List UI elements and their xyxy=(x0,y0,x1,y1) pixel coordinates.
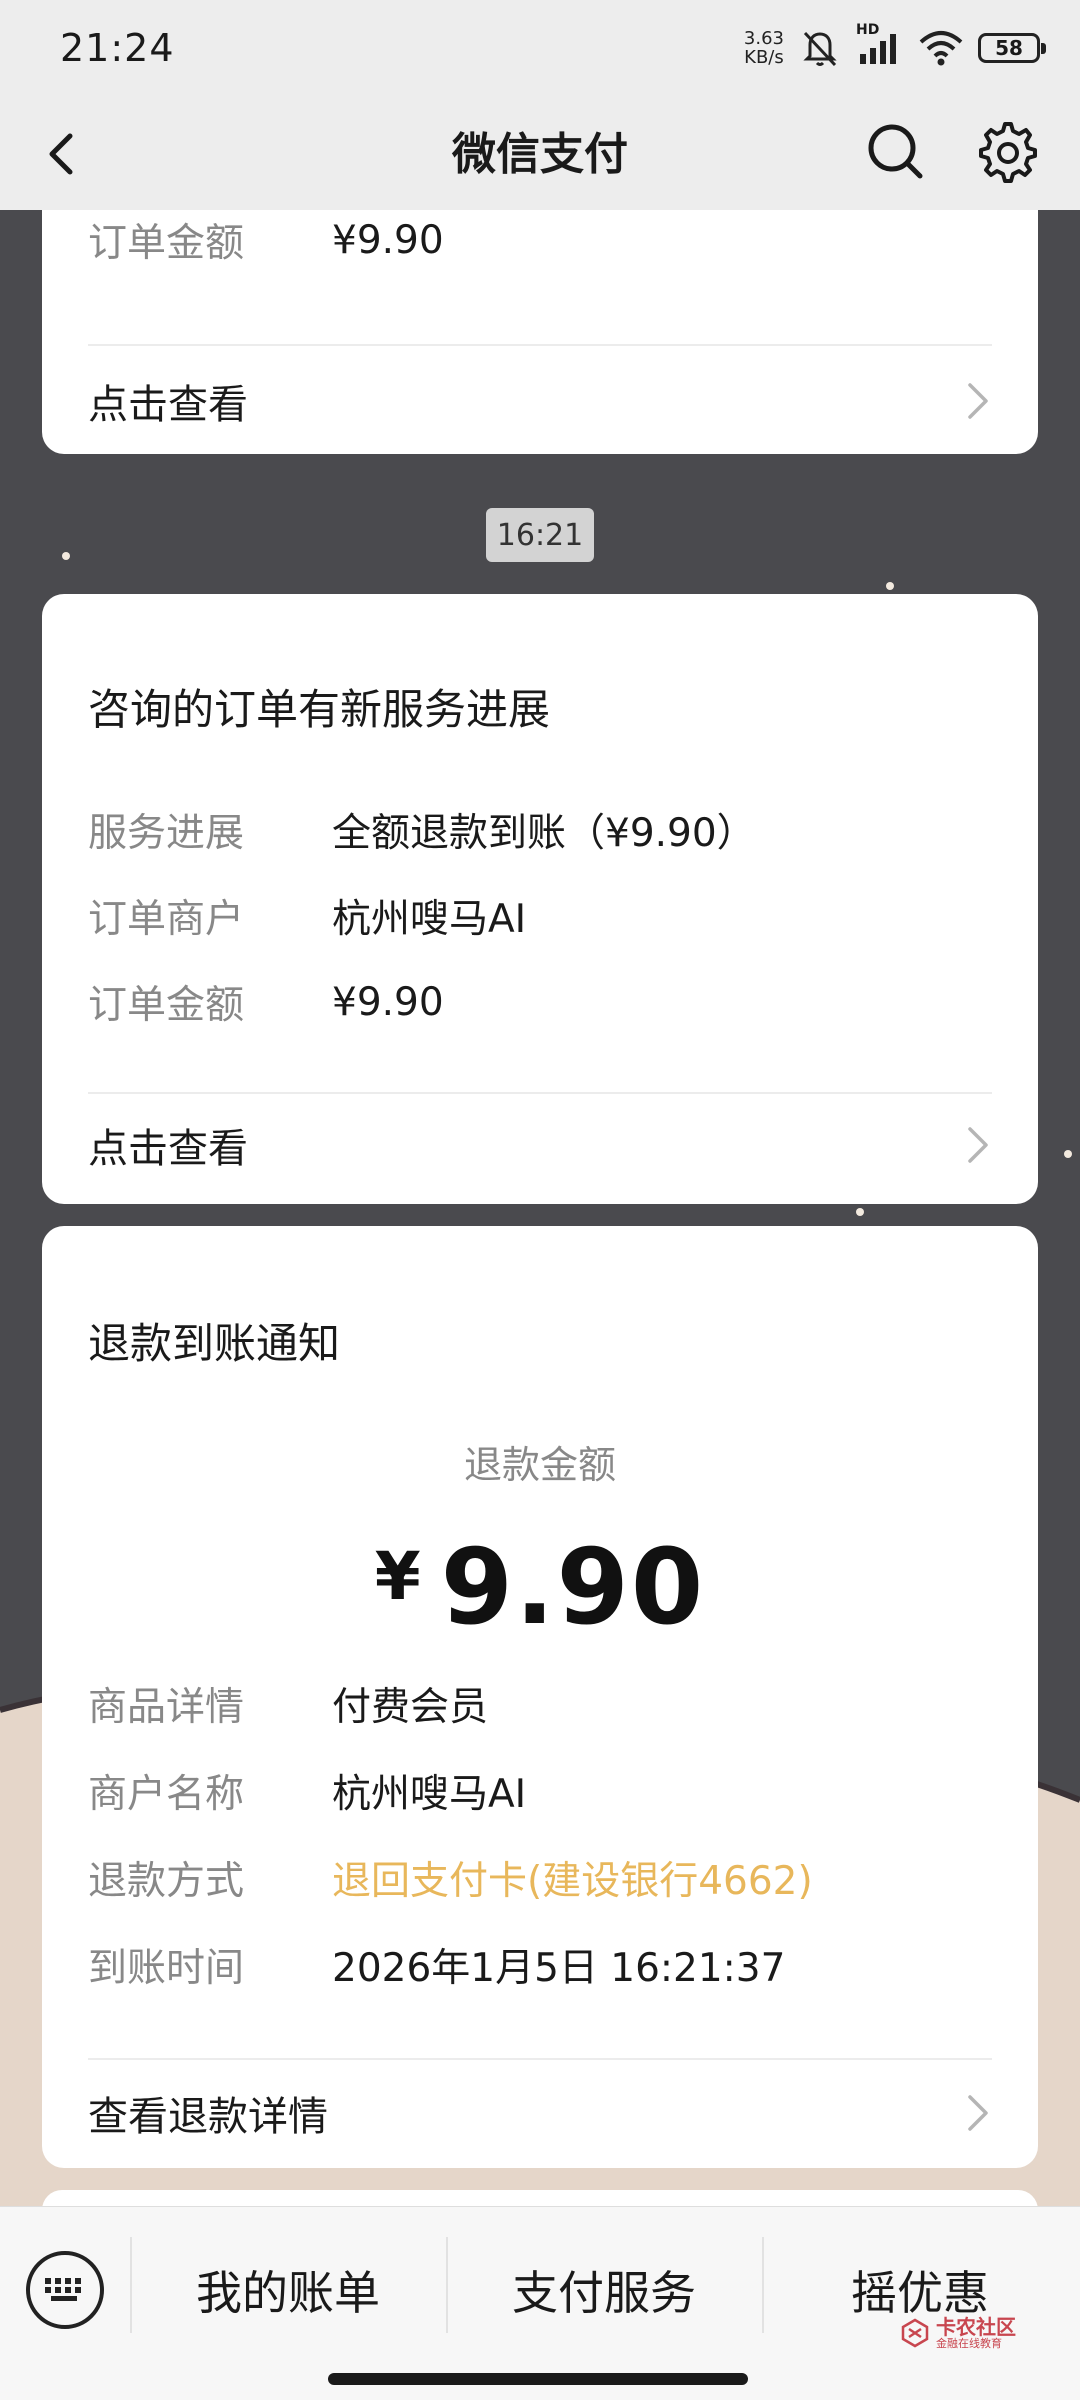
order-card-partial: 订单金额 ¥9.90 点击查看 xyxy=(42,210,1038,454)
menu-my-bills[interactable]: 我的账单 xyxy=(130,2257,446,2323)
watermark-logo-icon xyxy=(901,2318,929,2348)
detail-row: 退款方式 退回支付卡(建设银行4662) xyxy=(88,1848,988,1908)
background-star xyxy=(1064,1150,1072,1158)
currency-symbol: ¥ xyxy=(374,1538,423,1615)
service-progress-card[interactable]: 咨询的订单有新服务进展 服务进展 全额退款到账（¥9.90） 订单商户 杭州嗖马… xyxy=(42,594,1038,1204)
home-indicator[interactable] xyxy=(328,2373,748,2385)
refund-notice-card[interactable]: 退款到账通知 退款金额 ¥9.90 商品详情 付费会员 商户名称 杭州嗖马AI … xyxy=(42,1226,1038,2168)
detail-row: 订单金额 ¥9.90 xyxy=(88,979,444,1029)
view-details-link[interactable]: 点击查看 xyxy=(88,356,992,446)
detail-row: 到账时间 2026年1月5日 16:21:37 xyxy=(88,1946,786,1991)
watermark: 卡农社区 金融在线教育 xyxy=(900,2313,1016,2353)
bottom-menu-bar: 我的账单 支付服务 摇优惠 卡农社区 金融在线教育 xyxy=(0,2206,1080,2400)
refund-amount-label: 退款金额 xyxy=(463,1443,616,1487)
view-refund-details-link[interactable]: 查看退款详情 xyxy=(88,2068,992,2158)
background-star xyxy=(856,1208,864,1216)
status-bar: 21:24 3.63 KB/s HD 58 xyxy=(0,0,1080,96)
signal-icon: HD xyxy=(856,22,904,70)
divider xyxy=(88,344,992,346)
keyboard-icon xyxy=(45,2278,81,2301)
menu-payment-services[interactable]: 支付服务 xyxy=(446,2257,762,2323)
battery-icon: 58 xyxy=(978,33,1046,63)
detail-row: 订单商户 杭州嗖马AI xyxy=(88,897,527,942)
app-header: 微信支付 xyxy=(0,96,1080,210)
network-speed: 3.63 KB/s xyxy=(743,28,784,68)
order-amount-row: 订单金额 ¥9.90 xyxy=(88,217,444,267)
chevron-right-icon xyxy=(968,2095,988,2131)
view-details-link[interactable]: 点击查看 xyxy=(88,1100,992,1190)
wifi-icon xyxy=(919,31,963,66)
mute-bell-icon xyxy=(803,31,837,67)
keyboard-toggle-button[interactable] xyxy=(26,2251,104,2329)
status-time: 21:24 xyxy=(60,26,175,70)
detail-row: 商品详情 付费会员 xyxy=(88,1685,489,1730)
detail-row: 服务进展 全额退款到账（¥9.90） xyxy=(88,811,756,856)
card-title: 咨询的订单有新服务进展 xyxy=(88,685,551,734)
detail-row: 商户名称 杭州嗖马AI xyxy=(88,1772,527,1817)
gear-icon[interactable] xyxy=(970,116,1040,186)
background-star xyxy=(886,582,894,590)
divider xyxy=(88,2058,992,2060)
refund-method-value: 退回支付卡(建设银行4662) xyxy=(332,1859,813,1904)
chevron-right-icon xyxy=(968,1127,988,1163)
refund-amount-value: 9.90 xyxy=(440,1526,706,1648)
card-title: 退款到账通知 xyxy=(88,1319,341,1368)
message-timestamp: 16:21 xyxy=(486,508,594,562)
background-star xyxy=(62,552,70,560)
refund-amount: ¥9.90 xyxy=(42,1526,1038,1648)
search-icon[interactable] xyxy=(862,118,928,184)
divider xyxy=(88,1092,992,1094)
chevron-right-icon xyxy=(968,383,988,419)
